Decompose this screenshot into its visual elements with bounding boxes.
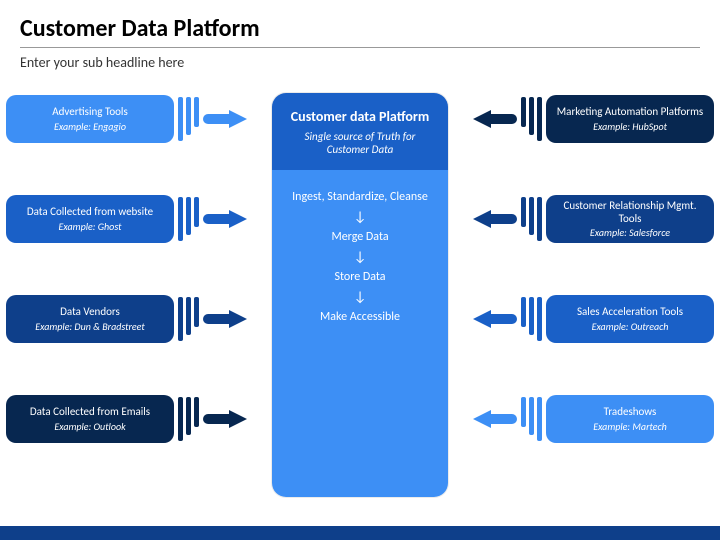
left-example-3: Example: Outlook	[54, 421, 125, 433]
left-example-2: Example: Dun & Bradstreet	[35, 321, 145, 333]
down-arrow-icon: ↓	[282, 250, 438, 264]
right-label-1: Customer Relationship Mgmt. Tools Exampl…	[546, 195, 714, 243]
bars-icon	[178, 297, 199, 341]
page-subtitle[interactable]: Enter your sub headline here	[20, 54, 700, 71]
footer-bar	[0, 526, 720, 540]
bars-icon	[521, 297, 542, 341]
left-item-2: Data Vendors Example: Dun & Bradstreet	[6, 295, 247, 343]
center-subtitle: Single source of Truth for Customer Data	[284, 130, 436, 156]
arrow-right-icon	[203, 410, 247, 428]
right-item-2: Sales Acceleration Tools Example: Outrea…	[473, 295, 714, 343]
right-label-0: Marketing Automation Platforms Example: …	[546, 95, 714, 143]
diagram-stage: Advertising Tools Example: Engagio Data …	[0, 85, 720, 525]
right-title-0: Marketing Automation Platforms	[557, 105, 703, 118]
down-arrow-icon: ↓	[282, 210, 438, 224]
left-title-1: Data Collected from website	[27, 205, 153, 218]
left-title-2: Data Vendors	[60, 305, 120, 318]
right-example-2: Example: Outreach	[592, 321, 669, 333]
right-item-0: Marketing Automation Platforms Example: …	[473, 95, 714, 143]
arrow-left-icon	[473, 310, 517, 328]
center-body: Ingest, Standardize, Cleanse ↓ Merge Dat…	[272, 170, 448, 497]
arrow-left-icon	[473, 410, 517, 428]
center-step-0: Ingest, Standardize, Cleanse	[282, 190, 438, 204]
center-panel: Customer data Platform Single source of …	[272, 93, 448, 497]
left-label-1: Data Collected from website Example: Gho…	[6, 195, 174, 243]
right-title-2: Sales Acceleration Tools	[577, 305, 683, 318]
center-step-2: Store Data	[282, 270, 438, 284]
bars-icon	[521, 397, 542, 441]
bars-icon	[178, 97, 199, 141]
left-item-1: Data Collected from website Example: Gho…	[6, 195, 247, 243]
center-step-3: Make Accessible	[282, 310, 438, 324]
page-title: Customer Data Platform	[20, 14, 700, 43]
bars-icon	[521, 197, 542, 241]
arrow-right-icon	[203, 310, 247, 328]
right-example-0: Example: HubSpot	[593, 121, 667, 133]
left-label-0: Advertising Tools Example: Engagio	[6, 95, 174, 143]
bars-icon	[521, 97, 542, 141]
right-example-3: Example: Martech	[593, 421, 667, 433]
divider	[20, 47, 700, 48]
bars-icon	[178, 397, 199, 441]
right-label-3: Tradeshows Example: Martech	[546, 395, 714, 443]
left-item-0: Advertising Tools Example: Engagio	[6, 95, 247, 143]
right-label-2: Sales Acceleration Tools Example: Outrea…	[546, 295, 714, 343]
left-label-3: Data Collected from Emails Example: Outl…	[6, 395, 174, 443]
right-item-3: Tradeshows Example: Martech	[473, 395, 714, 443]
left-label-2: Data Vendors Example: Dun & Bradstreet	[6, 295, 174, 343]
arrow-right-icon	[203, 110, 247, 128]
bars-icon	[178, 197, 199, 241]
arrow-left-icon	[473, 110, 517, 128]
center-header: Customer data Platform Single source of …	[272, 93, 448, 170]
left-example-1: Example: Ghost	[59, 221, 122, 233]
left-item-3: Data Collected from Emails Example: Outl…	[6, 395, 247, 443]
right-title-3: Tradeshows	[604, 405, 657, 418]
left-title-0: Advertising Tools	[52, 105, 128, 118]
left-example-0: Example: Engagio	[54, 121, 126, 133]
right-example-1: Example: Salesforce	[590, 227, 670, 239]
arrow-left-icon	[473, 210, 517, 228]
right-item-1: Customer Relationship Mgmt. Tools Exampl…	[473, 195, 714, 243]
right-title-1: Customer Relationship Mgmt. Tools	[554, 199, 706, 225]
center-title: Customer data Platform	[284, 109, 436, 126]
arrow-right-icon	[203, 210, 247, 228]
left-title-3: Data Collected from Emails	[30, 405, 150, 418]
down-arrow-icon: ↓	[282, 290, 438, 304]
center-step-1: Merge Data	[282, 230, 438, 244]
